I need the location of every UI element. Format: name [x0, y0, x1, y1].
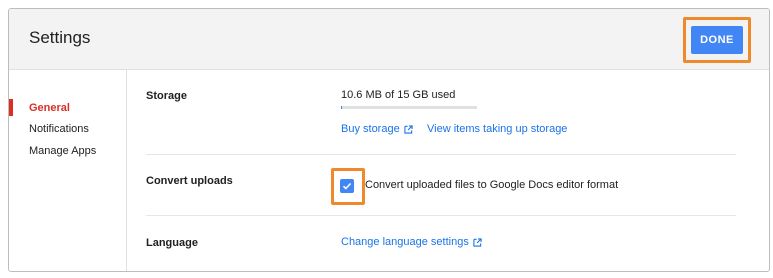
sidebar: General Notifications Manage Apps	[9, 70, 127, 271]
done-button[interactable]: DONE	[691, 26, 743, 54]
change-language-label: Change language settings	[341, 236, 469, 248]
done-button-highlight: DONE	[683, 17, 751, 63]
divider	[146, 154, 736, 155]
sidebar-item-general[interactable]: General	[29, 102, 70, 114]
storage-label: Storage	[146, 90, 187, 102]
sidebar-item-manage-apps[interactable]: Manage Apps	[29, 145, 96, 157]
change-language-link[interactable]: Change language settings	[341, 236, 482, 248]
page-title: Settings	[29, 28, 91, 47]
convert-uploads-checkbox[interactable]	[340, 179, 354, 193]
active-indicator	[9, 99, 13, 116]
storage-usage-bar	[341, 106, 477, 109]
external-link-icon	[404, 124, 413, 134]
buy-storage-label: Buy storage	[341, 123, 400, 135]
storage-usage-fill	[341, 106, 342, 109]
checkmark-icon	[342, 182, 352, 190]
convert-uploads-checkbox-label[interactable]: Convert uploaded files to Google Docs ed…	[365, 179, 618, 191]
view-storage-items-link[interactable]: View items taking up storage	[427, 123, 567, 135]
external-link-icon	[473, 237, 482, 247]
language-label: Language	[146, 237, 198, 249]
storage-usage-text: 10.6 MB of 15 GB used	[341, 89, 456, 101]
dialog-header: Settings DONE	[9, 9, 769, 70]
divider	[146, 215, 736, 216]
sidebar-item-notifications[interactable]: Notifications	[29, 123, 89, 135]
checkbox-highlight	[331, 168, 365, 205]
settings-dialog: Settings DONE General Notifications Mana…	[8, 8, 770, 272]
buy-storage-link[interactable]: Buy storage	[341, 123, 413, 135]
convert-uploads-label: Convert uploads	[146, 175, 233, 187]
